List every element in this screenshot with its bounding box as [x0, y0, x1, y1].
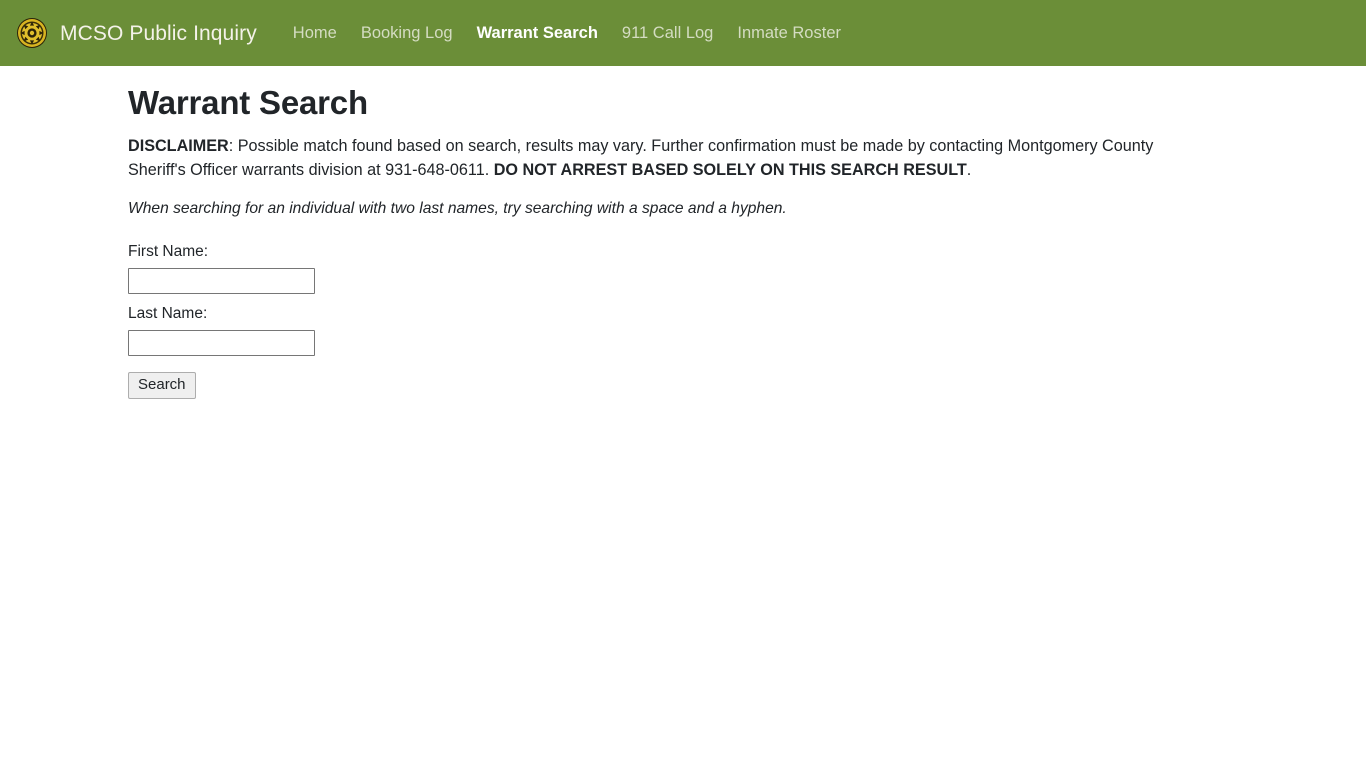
sheriff-badge-seal-icon: [16, 17, 48, 49]
brand-link[interactable]: MCSO Public Inquiry: [16, 17, 257, 49]
last-name-input[interactable]: [128, 329, 315, 356]
disclaimer-label: DISCLAIMER: [128, 136, 229, 155]
brand-title: MCSO Public Inquiry: [60, 21, 257, 45]
search-button[interactable]: Search: [128, 371, 196, 399]
page-title: Warrant Search: [128, 84, 368, 121]
primary-nav: Home Booking Log Warrant Search 911 Call…: [281, 19, 853, 48]
main-content: Warrant Search DISCLAIMER: Possible matc…: [0, 84, 1366, 399]
nav-item-warrant-search[interactable]: Warrant Search: [465, 19, 610, 48]
nav-item-home[interactable]: Home: [281, 19, 349, 48]
first-name-input[interactable]: [128, 267, 315, 294]
warrant-search-form: First Name: Last Name: Search: [128, 242, 1366, 399]
disclaimer-body-part2: .: [966, 160, 972, 179]
search-hint: When searching for an individual with tw…: [128, 199, 787, 217]
first-name-label: First Name:: [128, 242, 209, 260]
top-navbar: MCSO Public Inquiry Home Booking Log War…: [0, 0, 1366, 66]
last-name-label: Last Name:: [128, 304, 208, 322]
nav-item-911-call-log[interactable]: 911 Call Log: [610, 19, 725, 48]
disclaimer-warning: DO NOT ARREST BASED SOLELY ON THIS SEARC…: [493, 160, 967, 179]
nav-item-inmate-roster[interactable]: Inmate Roster: [725, 19, 853, 48]
nav-item-booking-log[interactable]: Booking Log: [349, 19, 465, 48]
disclaimer-text: DISCLAIMER: Possible match found based o…: [128, 134, 1203, 182]
